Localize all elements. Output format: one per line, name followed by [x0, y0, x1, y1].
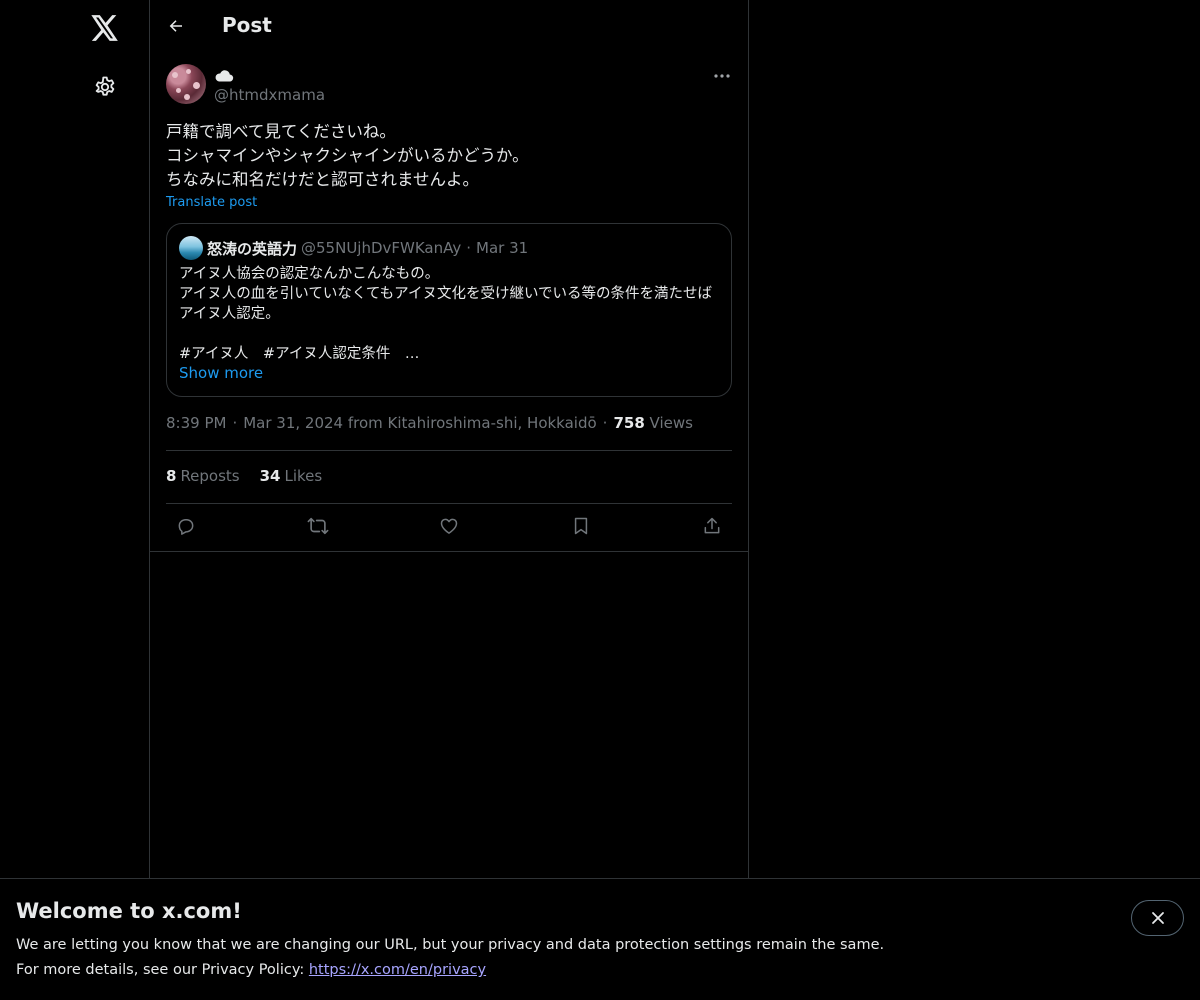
bookmark-icon — [574, 517, 587, 535]
post-date-location: Mar 31, 2024 from Kitahiroshima-shi, Hok… — [243, 414, 597, 432]
page-title: Post — [222, 13, 272, 37]
likes-stat[interactable]: 34 Likes — [260, 467, 323, 485]
post-stats: 8 Reposts 34 Likes — [166, 467, 322, 485]
post-time[interactable]: 8:39 PM — [166, 414, 226, 432]
gear-icon[interactable] — [87, 69, 123, 105]
share-icon — [704, 517, 720, 534]
privacy-policy-link[interactable]: https://x.com/en/privacy — [309, 962, 486, 978]
x-logo-icon[interactable] — [87, 10, 123, 46]
quoted-post-header: 怒涛の英語力 @55NUjhDvFWKanAy · Mar 31 — [179, 236, 528, 260]
translate-post-link[interactable]: Translate post — [166, 195, 257, 210]
page-header: Post — [150, 0, 748, 53]
banner-privacy-line: For more details, see our Privacy Policy… — [16, 962, 487, 978]
banner-message: We are letting you know that we are chan… — [16, 937, 885, 953]
quoted-post[interactable]: 怒涛の英語力 @55NUjhDvFWKanAy · Mar 31 アイヌ人協会の… — [166, 223, 732, 397]
views-label: Views — [649, 414, 693, 432]
author-handle[interactable]: @htmdxmama — [214, 86, 325, 104]
reposts-stat[interactable]: 8 Reposts — [166, 467, 240, 485]
back-button[interactable] — [160, 10, 192, 42]
divider — [166, 503, 732, 504]
main-column: Post @htmdxmama 戸籍で調べて見てくださいね。 コシャマインやシャ… — [150, 0, 749, 1000]
quoted-author-name: 怒涛の英語力 — [207, 239, 298, 258]
post-text: 戸籍で調べて見てくださいね。 コシャマインやシャクシャインがいるかどうか。 ちな… — [166, 122, 529, 189]
divider — [166, 450, 732, 451]
quoted-separator: · — [466, 239, 472, 257]
quoted-author-handle: @55NUjhDvFWKanAy — [301, 239, 462, 257]
share-button[interactable] — [696, 510, 728, 542]
like-button[interactable] — [433, 510, 465, 542]
show-more-link[interactable]: Show more — [179, 364, 263, 382]
repost-icon — [307, 517, 328, 535]
more-options-button[interactable] — [706, 64, 738, 88]
arrow-left-icon — [169, 20, 182, 32]
quoted-date: Mar 31 — [476, 239, 529, 257]
quoted-post-text: アイヌ人協会の認定なんかこんなもの。 アイヌ人の血を引いていなくてもアイヌ文化を… — [179, 266, 713, 362]
more-dots-icon — [714, 74, 730, 78]
reply-button[interactable] — [170, 510, 202, 542]
close-banner-button[interactable] — [1131, 900, 1184, 936]
reply-icon — [178, 519, 194, 535]
avatar[interactable] — [166, 64, 206, 104]
action-bar — [166, 510, 732, 542]
views-count: 758 — [613, 414, 645, 432]
quoted-avatar — [179, 236, 203, 260]
cloud-emoji-icon — [215, 70, 234, 82]
repost-button[interactable] — [302, 510, 334, 542]
post-metadata: 8:39 PM · Mar 31, 2024 from Kitahiroshima-… — [166, 414, 693, 432]
divider — [150, 551, 748, 552]
like-icon — [440, 518, 458, 534]
close-icon — [1151, 912, 1164, 924]
left-navigation — [0, 0, 150, 1000]
welcome-banner: Welcome to x.com! We are letting you kno… — [0, 878, 1200, 1000]
bookmark-button[interactable] — [565, 510, 597, 542]
banner-title: Welcome to x.com! — [16, 899, 242, 923]
display-name[interactable] — [214, 66, 234, 84]
